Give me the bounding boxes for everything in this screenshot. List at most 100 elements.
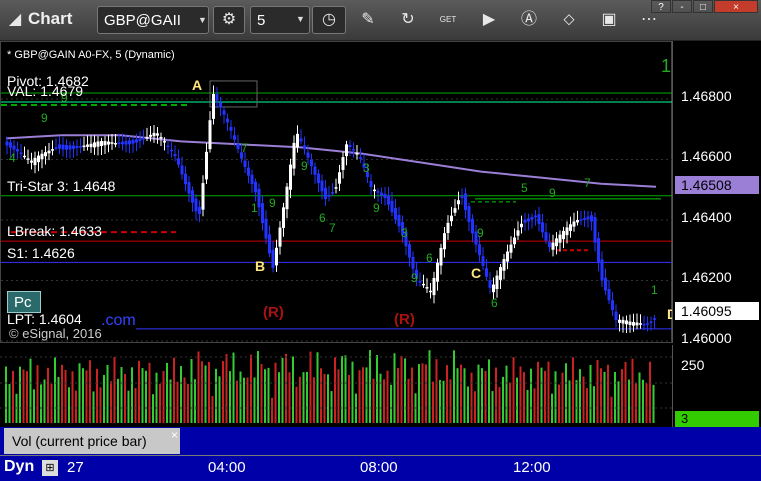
time-axis[interactable]: Dyn ⊞ 27 04:00 08:00 12:00 [0,455,761,481]
volume-bar [54,357,56,423]
volume-bar [393,353,396,423]
price-bar-body [271,249,275,268]
price-bar-body [422,283,425,286]
volume-bar [505,365,508,423]
volume-bar [362,367,364,423]
volume-study-label[interactable]: Vol (current price bar) [4,428,180,454]
pencil-icon[interactable]: ✎ [357,9,379,31]
volume-bar [257,351,259,423]
volume-bar [131,367,133,423]
get-icon[interactable]: GET [437,9,459,31]
volume-bar [169,379,172,423]
volume-bar [586,388,588,423]
price-bar-body [37,155,40,163]
level-label-lpt: LPT: 1.4604 [7,311,82,327]
count-digit: 9 [301,159,308,173]
count-digit: 9 [477,226,484,240]
price-bar-body [443,233,446,250]
volume-bar [152,394,154,423]
price-bar-body [446,222,450,234]
volume-bar [113,357,116,423]
price-tick: 1.46800 [681,88,732,104]
volume-bar [120,367,123,423]
price-bar-body [222,110,226,115]
tag-icon[interactable]: ⬦ [558,9,580,31]
price-bar-body [103,141,107,146]
lock-icon[interactable]: ⊞ [42,460,58,476]
volume-bar [400,355,403,423]
count-digit: 7 [241,141,248,155]
volume-bar [537,361,539,423]
price-bar-body [72,145,75,149]
time-template-button[interactable]: ◷ [312,6,346,34]
interval-dropdown-icon[interactable]: ▼ [296,14,305,24]
price-bar-body [282,207,285,228]
volume-bar [617,381,620,423]
comment-icon[interactable]: ▣ [598,9,620,31]
price-bar-body [579,219,583,221]
volume-bar [341,356,343,423]
price-bar-body [509,244,513,253]
help-button[interactable]: ? [651,0,671,13]
volume-pane[interactable] [0,345,672,427]
price-bar-body [205,151,208,180]
volume-bar [649,361,651,423]
price-bar-body [628,321,632,325]
volume-bar [68,387,70,423]
count-digit: 7 [584,176,591,190]
volume-bar [141,368,144,423]
price-bar-body [303,145,306,150]
price-bar-body [142,138,145,140]
volume-bar [526,389,529,423]
volume-bar [432,381,434,423]
price-bar-body [425,287,429,289]
volume-bar [292,356,294,423]
price-chart[interactable]: 199471996739396965971 * GBP@GAIN A0-FX, … [0,41,677,343]
price-bar-body [61,144,65,150]
level-label-s1: S1: 1.4626 [7,245,75,261]
volume-bar [421,363,424,423]
volume-bar [40,384,42,423]
gear-icon: ⚙ [221,11,237,28]
symbol-input[interactable]: GBP@GAII [97,6,209,34]
price-bar-body [54,147,58,149]
minimize-button[interactable]: - [672,0,692,13]
price-bar-body [289,164,292,190]
volume-bar [267,367,270,423]
volume-bar [36,365,39,423]
price-bar-body [296,133,299,148]
price-bar-body [481,256,485,266]
refresh-icon[interactable]: ↻ [397,9,419,31]
price-bar-body [26,158,30,160]
price-axis[interactable]: 1.46800 1.46600 1.46400 1.46200 1.46000 … [672,41,761,346]
volume-bar [176,381,179,423]
alert-icon[interactable]: Ⓐ [518,9,540,31]
volume-bar [474,391,476,423]
volume-bar [365,367,368,423]
count-digit: 9 [549,186,556,200]
price-bar-body [12,145,16,150]
price-bar-body [250,174,254,185]
price-bar-body [558,234,562,243]
volume-bar [260,364,263,423]
count-digit: 1 [661,56,671,76]
volume-bar [337,369,340,423]
price-bar-body [233,135,236,140]
time-label: 04:00 [208,459,246,476]
volume-bar [593,386,595,423]
close-icon[interactable]: × [171,428,178,442]
volume-bar [519,366,522,423]
volume-bar [320,368,322,423]
volume-bar [446,365,448,423]
count-digit: 6 [491,296,498,310]
play-icon[interactable]: ▶ [478,9,500,31]
volume-bar [547,361,550,423]
dynamic-mode-label[interactable]: Dyn [4,458,34,476]
price-bar-body [194,198,198,212]
close-button[interactable]: × [714,0,758,13]
settings-button[interactable]: ⚙ [213,6,245,34]
maximize-button[interactable]: □ [693,0,713,13]
chevron-down-icon[interactable]: ▼ [198,6,210,34]
volume-bar [509,382,511,423]
price-bar-body [467,206,471,222]
